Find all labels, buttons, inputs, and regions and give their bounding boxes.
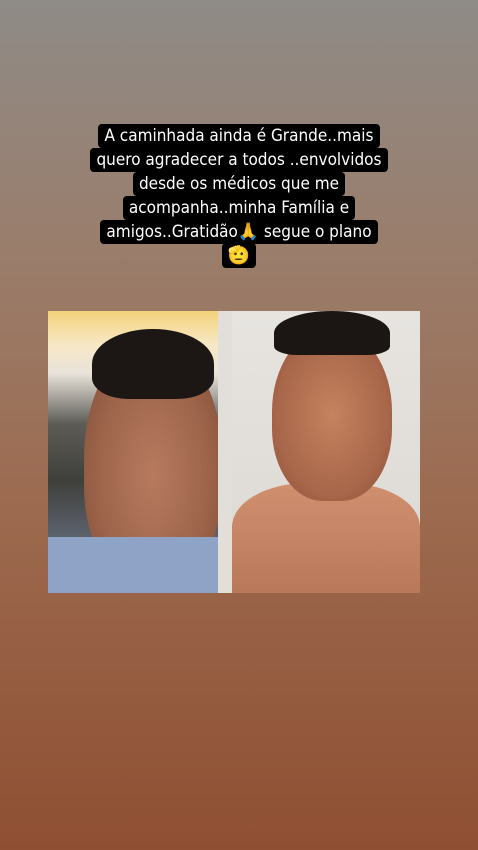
caption-line-5: amigos..Gratidão🙏 segue o plano (60, 220, 418, 244)
caption-text: desde os médicos que me (132, 172, 346, 196)
caption-text: quero agradecer a todos ..envolvidos (90, 148, 388, 172)
photo-divider (218, 311, 232, 593)
story-view: A caminhada ainda é Grande..mais quero a… (0, 0, 478, 850)
before-after-photo (48, 311, 420, 593)
caption-text: A caminhada ainda é Grande..mais (98, 124, 380, 148)
salute-emoji-icon: 🫡 (221, 243, 257, 268)
story-caption: A caminhada ainda é Grande..mais quero a… (60, 124, 418, 268)
caption-line-4: acompanha..minha Família e (60, 196, 418, 220)
caption-line-2: quero agradecer a todos ..envolvidos (60, 148, 418, 172)
caption-line-3: desde os médicos que me (60, 172, 418, 196)
after-photo (232, 311, 420, 593)
after-hair (274, 311, 390, 355)
caption-text: amigos..Gratidão🙏 segue o plano (100, 220, 378, 244)
before-shirt (48, 537, 218, 593)
caption-text: acompanha..minha Família e (122, 196, 356, 220)
caption-line-1: A caminhada ainda é Grande..mais (60, 124, 418, 148)
before-photo (48, 311, 222, 593)
before-hair (92, 329, 214, 399)
caption-line-6: 🫡 (60, 243, 418, 268)
